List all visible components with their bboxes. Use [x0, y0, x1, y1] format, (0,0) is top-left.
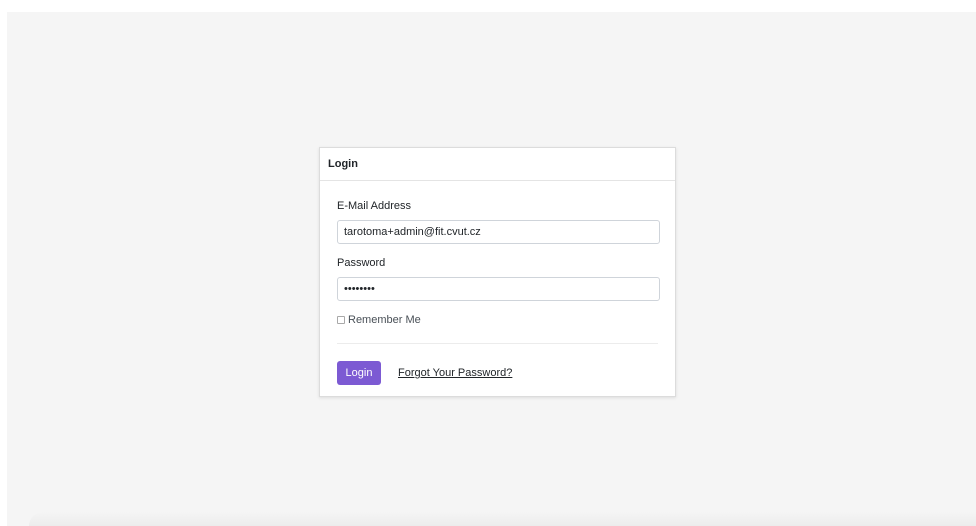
remember-me-row[interactable]: Remember Me [337, 313, 658, 326]
email-label: E-Mail Address [337, 200, 411, 212]
forgot-password-link[interactable]: Forgot Your Password? [398, 367, 512, 379]
remember-me-label: Remember Me [348, 313, 421, 326]
login-button[interactable]: Login [337, 361, 381, 385]
remember-me-checkbox[interactable] [337, 316, 345, 324]
bottom-shade [29, 512, 976, 526]
login-card: Login E-Mail Address Password Remember M… [319, 147, 676, 397]
form-actions: Login Forgot Your Password? [337, 361, 658, 385]
email-field[interactable] [337, 220, 660, 244]
password-label: Password [337, 257, 386, 269]
card-body: E-Mail Address Password Remember Me Logi… [320, 200, 675, 385]
card-header: Login [320, 148, 675, 181]
password-field[interactable] [337, 277, 660, 301]
divider [337, 343, 658, 344]
